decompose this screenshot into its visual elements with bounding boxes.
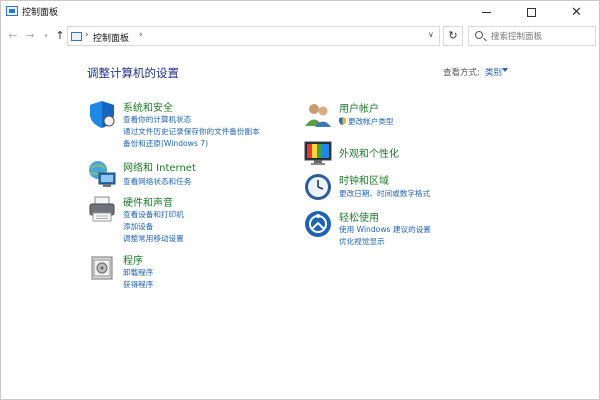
back-button[interactable]: ← <box>6 27 20 45</box>
address-bar[interactable]: › 控制面板 › ∨ <box>67 26 440 46</box>
control-panel-icon <box>71 32 82 41</box>
close-button[interactable]: ✕ <box>554 1 599 23</box>
minimize-button[interactable] <box>464 1 509 23</box>
chevron-down-icon: ▾ <box>44 32 48 40</box>
control-panel-icon <box>6 6 18 16</box>
category-title[interactable]: 外观和个性化 <box>339 145 399 160</box>
category-title[interactable]: 轻松使用 <box>339 209 379 224</box>
search-input[interactable] <box>491 30 591 43</box>
category-title[interactable]: 硬件和声音 <box>123 194 173 209</box>
link-windows-recommended-settings[interactable]: 使用 Windows 建议的设置 <box>339 224 431 235</box>
chevron-right-icon[interactable]: › <box>139 30 143 40</box>
arrow-left-icon: ← <box>8 29 18 42</box>
category-title[interactable]: 用户帐户 <box>339 100 379 115</box>
appearance-icon <box>304 141 332 165</box>
link-label: 更改帐户类型 <box>348 117 394 126</box>
category-system-security: 系统和安全 查看你的计算机状态 通过文件历史记录保存你的文件备份副本 备份和还原… <box>87 99 297 151</box>
link-add-device[interactable]: 添加设备 <box>123 221 153 232</box>
accessibility-icon <box>305 211 331 237</box>
maximize-button[interactable] <box>509 1 554 23</box>
link-backup-restore[interactable]: 备份和还原(Windows 7) <box>123 138 208 149</box>
category-network-internet: 网络和 Internet 查看网络状态和任务 <box>87 159 297 191</box>
up-button[interactable]: ↑ <box>53 27 67 45</box>
chevron-right-icon[interactable]: › <box>85 30 89 40</box>
category-appearance: 外观和个性化 <box>303 138 503 168</box>
window-title: 控制面板 <box>22 8 59 18</box>
programs-icon <box>91 256 113 280</box>
navigation-bar: ← → ▾ ↑ › 控制面板 › ∨ ↻ <box>1 24 599 48</box>
link-change-date-time-format[interactable]: 更改日期、时间或数字格式 <box>339 188 430 199</box>
arrow-up-icon: ↑ <box>55 29 65 42</box>
link-mobility-settings[interactable]: 调整常用移动设置 <box>123 233 184 244</box>
category-programs: 程序 卸载程序 获得程序 <box>87 252 297 292</box>
printer-icon <box>89 196 115 222</box>
search-box[interactable] <box>468 26 596 46</box>
breadcrumb-control-panel[interactable]: 控制面板 <box>93 31 129 44</box>
dropdown-arrow-icon[interactable] <box>502 68 508 72</box>
forward-button[interactable]: → <box>23 27 37 45</box>
users-icon <box>305 104 331 127</box>
category-user-accounts: 用户帐户 更改帐户类型 <box>303 100 503 130</box>
category-hardware-sound: 硬件和声音 查看设备和打印机 添加设备 调整常用移动设置 <box>87 194 297 246</box>
maximize-icon <box>527 7 536 17</box>
recent-locations-button[interactable]: ▾ <box>39 27 53 45</box>
link-get-programs[interactable]: 获得程序 <box>123 279 153 290</box>
view-by-dropdown[interactable]: 类别 <box>485 66 502 78</box>
shield-icon <box>90 101 115 128</box>
title-bar: 控制面板 ✕ <box>1 1 599 23</box>
clock-icon <box>305 174 331 200</box>
minimize-icon <box>482 11 491 13</box>
link-devices-printers[interactable]: 查看设备和打印机 <box>123 209 184 220</box>
close-icon: ✕ <box>571 4 582 20</box>
page-title: 调整计算机的设置 <box>87 66 179 80</box>
link-change-account-type[interactable]: 更改帐户类型 <box>339 116 394 127</box>
link-file-history-backup[interactable]: 通过文件历史记录保存你的文件备份副本 <box>123 126 260 137</box>
refresh-icon: ↻ <box>448 29 458 42</box>
address-dropdown-icon[interactable]: ∨ <box>428 30 434 39</box>
link-uninstall-program[interactable]: 卸载程序 <box>123 267 153 278</box>
category-ease-of-access: 轻松使用 使用 Windows 建议的设置 优化视觉显示 <box>303 209 503 249</box>
view-by-label: 查看方式: <box>443 68 480 78</box>
category-title[interactable]: 系统和安全 <box>123 99 173 114</box>
category-title[interactable]: 时钟和区域 <box>339 172 389 187</box>
link-optimize-visual-display[interactable]: 优化视觉显示 <box>339 236 385 247</box>
network-icon <box>89 161 116 187</box>
search-icon <box>475 31 483 39</box>
link-view-computer-status[interactable]: 查看你的计算机状态 <box>123 114 191 125</box>
category-title[interactable]: 程序 <box>123 252 143 267</box>
category-title[interactable]: 网络和 Internet <box>123 159 196 174</box>
arrow-right-icon: → <box>25 29 35 42</box>
uac-shield-icon <box>339 117 346 125</box>
control-panel-window: 控制面板 ✕ ← → ▾ ↑ › 控制面板 › ∨ ↻ 调整计算机的设置 查看方… <box>0 0 600 400</box>
category-clock-region: 时钟和区域 更改日期、时间或数字格式 <box>303 172 503 204</box>
refresh-button[interactable]: ↻ <box>443 26 463 46</box>
link-view-network-status[interactable]: 查看网络状态和任务 <box>123 176 191 187</box>
